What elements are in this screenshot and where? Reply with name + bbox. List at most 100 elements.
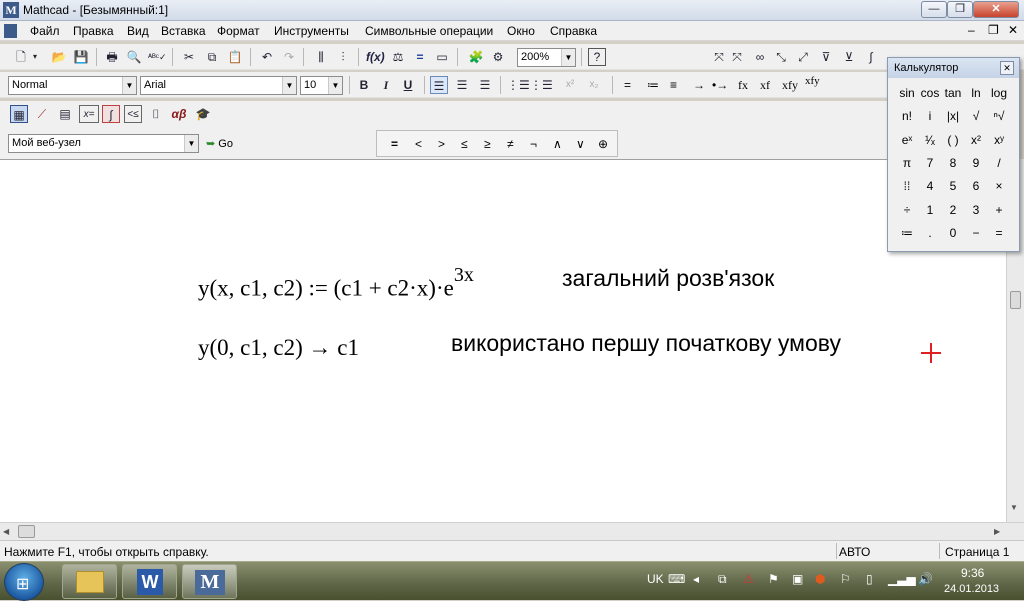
programming-toolbar-icon[interactable]: ⌷	[147, 105, 165, 123]
doc-close-button[interactable]: ✕	[1008, 23, 1018, 37]
vertical-scroll-thumb[interactable]	[1010, 291, 1021, 309]
calculator-key[interactable]: ×	[988, 176, 1010, 196]
new-icon[interactable]: 🗋	[12, 48, 30, 66]
calculator-key[interactable]: x²	[965, 130, 987, 150]
worksheet[interactable]: y(x, c1, c2) := (c1 + c2·x)·e3x загальни…	[0, 159, 1006, 522]
infinity-icon[interactable]: ∞	[751, 48, 769, 66]
close-button[interactable]: ✕	[973, 1, 1019, 18]
scroll-left-icon[interactable]: ◀	[3, 527, 9, 536]
calculator-key[interactable]: ⁿ√	[988, 106, 1010, 126]
symbolic-evaluate-button[interactable]: →	[693, 78, 705, 92]
calculator-key[interactable]: 1	[919, 200, 941, 220]
menu-view[interactable]: Вид	[127, 24, 149, 38]
calculator-key[interactable]: .	[919, 223, 941, 243]
bool-less-button[interactable]: <	[415, 137, 422, 151]
taskbar-mathcad[interactable]: M	[182, 564, 237, 599]
calculator-key[interactable]: 9	[965, 153, 987, 173]
calculator-key[interactable]: ln	[965, 83, 987, 103]
calculator-key[interactable]: tan	[942, 83, 964, 103]
menu-tools[interactable]: Инструменты	[274, 24, 349, 38]
go-button[interactable]: ➥ Go	[206, 137, 233, 150]
calculator-key[interactable]: log	[988, 83, 1010, 103]
start-button[interactable]: ⊞	[4, 563, 44, 601]
scroll-right-icon[interactable]: ▶	[994, 527, 1000, 536]
keyword-evaluate-button[interactable]: •→	[712, 78, 728, 92]
calculator-key[interactable]: n!	[896, 106, 918, 126]
align-right-icon[interactable]: ☰	[476, 76, 494, 94]
bool-not-button[interactable]: ¬	[530, 137, 537, 151]
calculator-key[interactable]: /	[988, 153, 1010, 173]
clock-date[interactable]: 24.01.2013	[944, 583, 999, 595]
cut-icon[interactable]: ✂	[180, 48, 198, 66]
calculator-key[interactable]: cos	[919, 83, 941, 103]
calculator-key[interactable]: |x|	[942, 106, 964, 126]
calculator-key[interactable]: −	[965, 223, 987, 243]
keyboard-icon[interactable]: ⌨	[668, 572, 685, 586]
calculator-title-bar[interactable]: Калькулятор ✕	[888, 58, 1019, 78]
align-center-icon[interactable]: ☰	[453, 76, 471, 94]
resource-center-icon[interactable]: 🧩	[467, 48, 485, 66]
menu-help[interactable]: Справка	[550, 24, 597, 38]
undo-icon[interactable]: ↶	[258, 48, 276, 66]
print-preview-icon[interactable]: 🔍	[125, 48, 143, 66]
spell-check-icon[interactable]: ᴬᴮᶜ✓	[148, 48, 167, 66]
calculator-key[interactable]: ÷	[896, 200, 918, 220]
calculator-key[interactable]: =	[988, 223, 1010, 243]
calculator-key[interactable]: ≔	[896, 223, 918, 243]
subscript-icon[interactable]: x₂	[585, 76, 603, 94]
calculator-key[interactable]: eˣ	[896, 130, 918, 150]
calculator-key[interactable]: 5	[942, 176, 964, 196]
matrix-toolbar-icon[interactable]: ▤	[56, 105, 74, 123]
general-solution-note[interactable]: загальний розв'язок	[562, 262, 774, 295]
calculator-key[interactable]: sin	[896, 83, 918, 103]
taskbar-explorer[interactable]	[62, 564, 117, 599]
antivirus-icon[interactable]: ⬢	[815, 572, 825, 586]
limit-icon[interactable]: ⤧	[710, 48, 728, 66]
calculator-key[interactable]: √	[965, 106, 987, 126]
clock-time[interactable]: 9:36	[961, 566, 984, 580]
graph-toolbar-icon[interactable]: ⟋	[33, 105, 51, 123]
treefix-operator-button[interactable]: xfy	[805, 75, 820, 87]
help-icon[interactable]: ?	[588, 48, 606, 66]
bold-button[interactable]: B	[355, 76, 373, 94]
update-icon[interactable]: ▣	[792, 572, 803, 586]
copy-icon[interactable]: ⧉	[203, 48, 221, 66]
calculator-key[interactable]: 7	[919, 153, 941, 173]
bool-xor-button[interactable]: ⊕	[598, 137, 608, 151]
calculator-key[interactable]: 2	[942, 200, 964, 220]
definition-button[interactable]: ≔	[647, 78, 659, 92]
derivative-icon[interactable]: ⤡	[772, 48, 790, 66]
print-icon[interactable]: 🖶	[103, 48, 121, 66]
postfix-operator-button[interactable]: xf	[760, 78, 770, 93]
align-left-icon[interactable]: ☰	[430, 76, 448, 94]
initial-condition-note[interactable]: використано першу початкову умову	[451, 327, 851, 360]
volume-icon[interactable]: 🔊	[918, 572, 933, 586]
open-icon[interactable]: 📂	[50, 48, 68, 66]
bool-less-equal-button[interactable]: ≤	[461, 137, 468, 151]
bool-equal-button[interactable]: =	[391, 137, 398, 151]
acrobat-icon[interactable]: ⚠	[743, 572, 754, 586]
signal-icon[interactable]: ▁▃▅	[888, 572, 916, 586]
network-share-icon[interactable]: ⧉	[718, 572, 727, 587]
calculator-close-button[interactable]: ✕	[1000, 61, 1014, 75]
doc-minimize-button[interactable]: ‒	[968, 23, 975, 37]
calculator-key[interactable]: 8	[942, 153, 964, 173]
taskbar-word[interactable]: W	[122, 564, 177, 599]
redo-icon[interactable]: ↷	[280, 48, 298, 66]
bool-or-button[interactable]: ∨	[576, 137, 585, 151]
initial-condition-equation[interactable]: y(0, c1, c2) → c1	[198, 335, 359, 361]
menu-format[interactable]: Формат	[217, 24, 260, 38]
doc-restore-button[interactable]: ❐	[988, 23, 999, 37]
document-icon[interactable]	[4, 24, 17, 38]
menu-window[interactable]: Окно	[507, 24, 535, 38]
menu-insert[interactable]: Вставка	[161, 24, 206, 38]
boolean-toolbar-icon[interactable]: <≤	[124, 105, 142, 123]
web-address-select[interactable]: Мой веб-узел ▼	[8, 134, 199, 153]
maximize-button[interactable]: ❐	[947, 1, 973, 18]
bullet-list-icon[interactable]: ⋮☰	[507, 76, 530, 94]
global-definition-button[interactable]: ≡	[670, 78, 677, 92]
calculator-key[interactable]: 0	[942, 223, 964, 243]
calculator-key[interactable]: +	[988, 200, 1010, 220]
style-select[interactable]: Normal ▼	[8, 76, 137, 95]
paste-icon[interactable]: 📋	[226, 48, 244, 66]
